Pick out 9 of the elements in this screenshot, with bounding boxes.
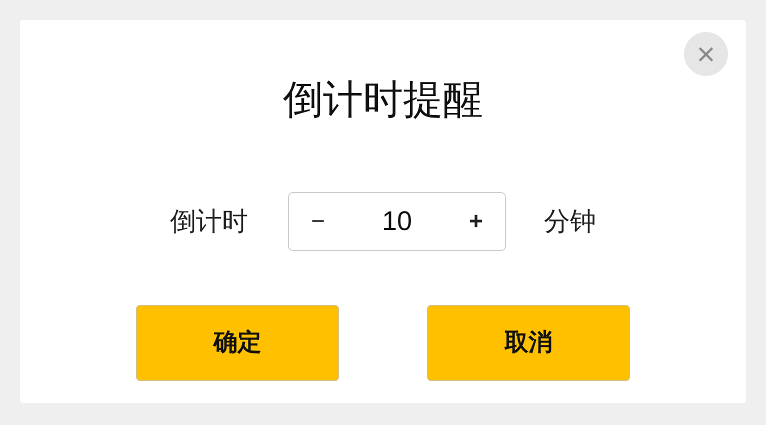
dialog-title: 倒计时提醒: [283, 77, 483, 124]
minutes-stepper[interactable]: − 10 +: [288, 192, 506, 251]
countdown-label: 倒计时: [170, 205, 248, 238]
decrement-button[interactable]: −: [307, 204, 329, 240]
minutes-value: 10: [382, 205, 412, 238]
unit-label: 分钟: [544, 205, 596, 238]
dialog-button[interactable]: 取消: [427, 305, 630, 381]
increment-button[interactable]: +: [464, 204, 487, 240]
dialog-button[interactable]: 确定: [136, 305, 339, 381]
